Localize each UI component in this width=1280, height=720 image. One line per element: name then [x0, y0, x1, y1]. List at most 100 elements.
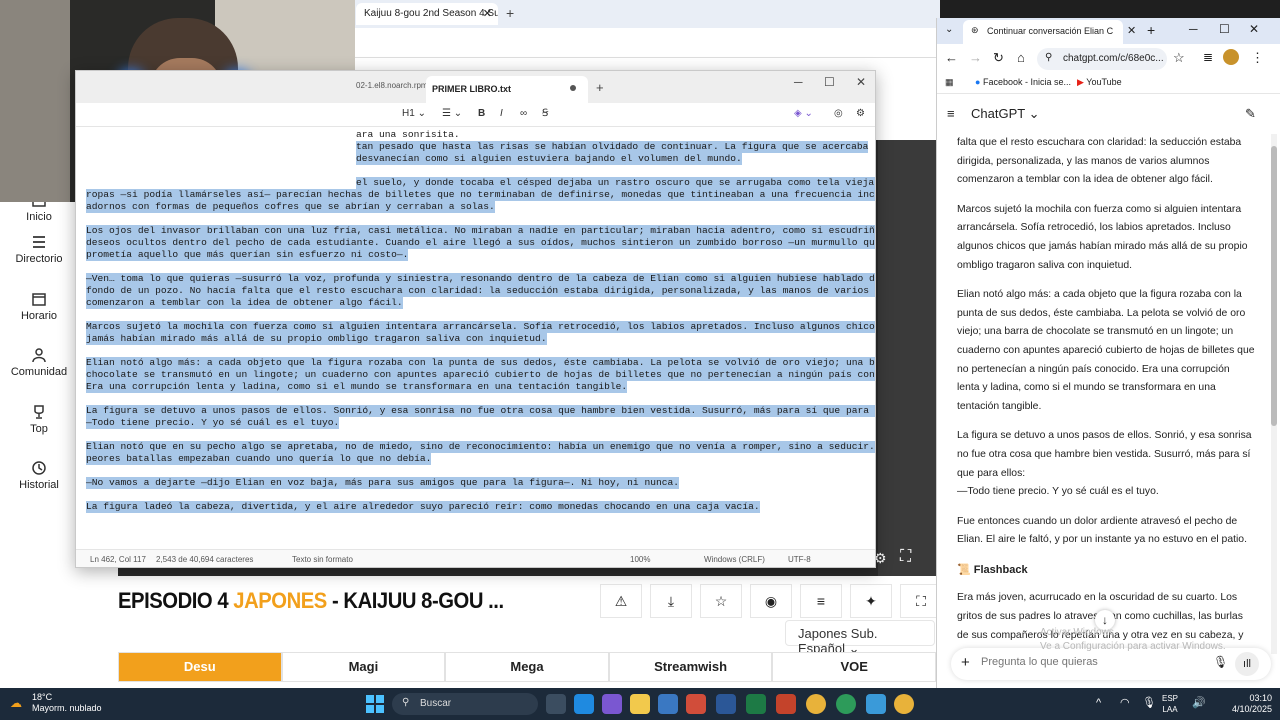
star-icon[interactable]: ☆	[700, 584, 742, 618]
forward-icon[interactable]: →	[969, 50, 982, 65]
server-tab-voe[interactable]: VOE	[772, 652, 936, 682]
tab-search-icon[interactable]: ⌄	[945, 24, 953, 35]
list-icon[interactable]: ☰ ⌄	[442, 108, 462, 119]
bg-tab-kaijuu[interactable]: Kaijuu 8-gou 2nd Season 4 Sub ✕	[356, 3, 498, 25]
input-language[interactable]: ESP LAA	[1162, 693, 1178, 715]
new-tab-button[interactable]: +	[596, 80, 604, 95]
minimize-icon[interactable]: ─	[794, 75, 803, 89]
download-icon[interactable]: ⤓	[650, 584, 692, 618]
word-icon[interactable]	[716, 694, 736, 714]
heading-select[interactable]: H1 ⌄	[402, 108, 426, 119]
close-icon[interactable]: ✕	[856, 75, 866, 89]
reload-icon[interactable]: ↻	[993, 50, 1004, 66]
notepad-icon[interactable]	[866, 694, 886, 714]
weather-icon[interactable]: ☁	[10, 696, 22, 710]
eye-icon[interactable]: ◉	[750, 584, 792, 618]
sidebar-item-top[interactable]: Top	[0, 404, 78, 435]
file-explorer-icon[interactable]	[630, 694, 650, 714]
bookmark-facebook[interactable]: ● Facebook - Inicia se...	[975, 77, 1071, 87]
editor-tab-active[interactable]: PRIMER LIBRO.txt	[426, 76, 588, 103]
microphone-icon[interactable]: 🎙	[1213, 655, 1228, 669]
bold-icon[interactable]: B	[478, 108, 485, 119]
snipping-tool-icon[interactable]	[686, 694, 706, 714]
link-icon[interactable]: ∞	[520, 108, 527, 119]
account-icon[interactable]: ◎	[834, 108, 843, 119]
text-format[interactable]: Texto sin formato	[292, 555, 353, 564]
avatar[interactable]	[1223, 49, 1239, 65]
model-selector[interactable]: ChatGPT ⌄	[971, 106, 1039, 122]
maximize-icon[interactable]: ☐	[824, 75, 835, 89]
sidebar-item-historial[interactable]: Historial	[0, 460, 78, 491]
system-clock[interactable]: 03:10 4/10/2025	[1214, 693, 1272, 715]
cursor-position: Ln 462, Col 117	[90, 555, 146, 564]
sidebar-label: Historial	[19, 479, 59, 491]
minimize-icon[interactable]: ─	[1189, 22, 1198, 36]
close-icon[interactable]: ✕	[483, 7, 492, 20]
editor-line: chocolate se transmutó en un lingote; un…	[86, 369, 875, 381]
sidebar-item-horario[interactable]: Horario	[0, 291, 78, 322]
voice-mode-icon[interactable]: ıll	[1235, 652, 1259, 676]
new-chat-icon[interactable]: ✎	[1245, 106, 1256, 122]
microphone-tray-icon[interactable]: 🎙	[1142, 696, 1156, 709]
bookmark-youtube[interactable]: ▶ YouTube	[1077, 77, 1122, 88]
close-icon[interactable]: ✕	[1127, 24, 1136, 37]
plus-icon[interactable]: +	[961, 654, 970, 671]
new-tab-button[interactable]: +	[506, 5, 514, 21]
italic-icon[interactable]: I	[500, 108, 503, 119]
wifi-icon[interactable]: ◠	[1120, 696, 1130, 709]
home-icon[interactable]: ⌂	[1017, 50, 1025, 65]
weather-widget[interactable]: 18°C Mayorm. nublado	[32, 692, 102, 714]
site-info-icon[interactable]: ⚲	[1045, 52, 1052, 63]
report-icon[interactable]: ⚠	[600, 584, 642, 618]
prompt-input[interactable]	[981, 656, 1201, 668]
editor-line: jamás habían mirado más allá de su propi…	[86, 333, 547, 345]
maximize-icon[interactable]: ☐	[1219, 22, 1230, 36]
chrome-icon[interactable]	[806, 694, 826, 714]
language-select[interactable]: Japones Sub. Español ⌄	[785, 620, 935, 656]
line-ending[interactable]: Windows (CRLF)	[704, 555, 765, 564]
sidebar-item-directorio[interactable]: Directorio	[0, 234, 78, 265]
edge-icon[interactable]	[574, 694, 594, 714]
clear-format-icon[interactable]: Ꞩ	[542, 108, 548, 119]
gpt-tab[interactable]: ⊛ Continuar conversación Elian C	[963, 20, 1123, 44]
chrome-profile-icon[interactable]	[894, 694, 914, 714]
url-bar[interactable]: ⚲ chatgpt.com/c/68e0c...	[1037, 48, 1167, 70]
server-tab-desu[interactable]: Desu	[118, 652, 282, 682]
new-tab-button[interactable]: +	[1147, 22, 1155, 38]
zoom-level[interactable]: 100%	[630, 555, 650, 564]
copilot-app-icon[interactable]	[602, 694, 622, 714]
episode-title-suffix: - KAIJUU 8-GOU ...	[326, 588, 504, 613]
close-window-icon[interactable]: ✕	[1249, 22, 1259, 36]
playlist-add-icon[interactable]: ≡	[800, 584, 842, 618]
settings-icon[interactable]: ⚙	[856, 108, 865, 119]
unsaved-dot-icon[interactable]	[570, 85, 576, 91]
editor-tab-prev[interactable]: 02-1.el8.noarch.rpm	[356, 81, 428, 90]
calculator-icon[interactable]	[658, 694, 678, 714]
playlist-icon[interactable]: ≣	[1203, 50, 1213, 64]
back-icon[interactable]: ←	[945, 50, 958, 65]
lightbulb-icon[interactable]: ✦	[850, 584, 892, 618]
editor-text-area[interactable]: ara una sonrisita. tan pesado que hasta l…	[76, 127, 875, 547]
server-tab-mega[interactable]: Mega	[445, 652, 609, 682]
taskbar-search[interactable]: ⚲ Buscar	[392, 693, 538, 715]
windows-start-icon[interactable]	[366, 695, 384, 713]
sidebar-toggle-icon[interactable]: ≡	[947, 106, 955, 121]
fullscreen-icon[interactable]: ⛶	[900, 548, 911, 566]
star-icon[interactable]: ☆	[1173, 50, 1185, 66]
sidebar-item-comunidad[interactable]: Comunidad	[0, 347, 78, 378]
copilot-icon[interactable]: ◈ ⌄	[794, 108, 813, 119]
apps-icon[interactable]: ▦	[945, 77, 954, 88]
powerpoint-icon[interactable]	[776, 694, 796, 714]
menu-icon[interactable]: ⋮	[1251, 50, 1264, 66]
task-view-icon[interactable]	[546, 694, 566, 714]
editor-line: tan pesado que hasta las risas se habían…	[356, 141, 869, 153]
encoding[interactable]: UTF-8	[788, 555, 811, 564]
server-tab-streamwish[interactable]: Streamwish	[608, 652, 773, 682]
obs-icon[interactable]	[836, 694, 856, 714]
chat-scrollbar[interactable]	[1271, 134, 1277, 654]
speaker-icon[interactable]: 🔊	[1192, 696, 1206, 709]
server-tab-magi[interactable]: Magi	[281, 652, 446, 682]
excel-icon[interactable]	[746, 694, 766, 714]
scroll-icon: 📜	[957, 563, 971, 576]
tray-arrow-icon[interactable]: ^	[1096, 697, 1101, 709]
